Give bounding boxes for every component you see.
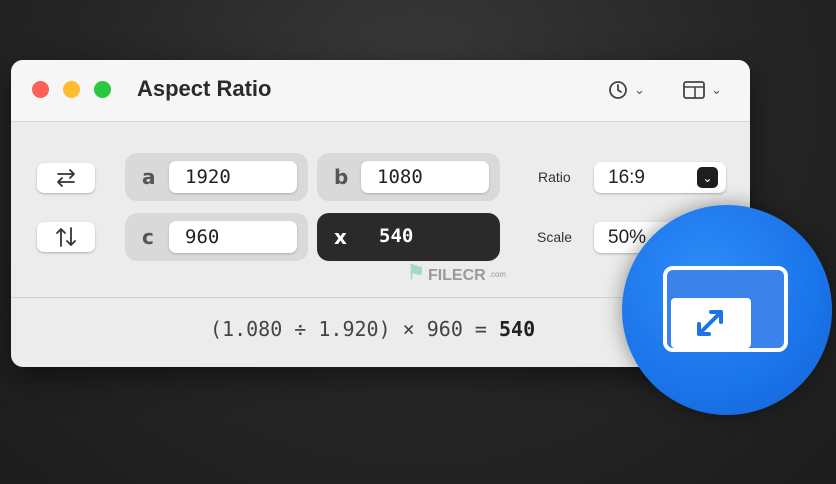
field-x-label: x [334,225,347,249]
field-a: a 1920 [125,153,308,201]
swap-horizontal-button[interactable] [37,163,95,193]
swap-vertical-button[interactable] [37,222,95,252]
field-b-label: b [334,165,349,189]
ratio-label: Ratio [538,169,571,185]
watermark: ⚑ FILECR .com [407,260,506,285]
resize-inner-icon [671,298,751,348]
field-c: c 960 [125,213,308,261]
scale-value: 50% [608,226,647,248]
history-menu-button[interactable]: ⌄ [608,78,645,102]
scale-label: Scale [537,229,573,245]
ratio-value: 16:9 [608,166,645,188]
field-c-label: c [142,225,154,249]
resize-frame-icon [663,266,788,352]
layout-menu-button[interactable]: ⌄ [683,78,722,102]
title-bar: Aspect Ratio ⌄ ⌄ [11,60,750,122]
zoom-window-button[interactable] [94,81,111,98]
field-b-input[interactable]: 1080 [361,161,489,193]
chevron-down-icon: ⌄ [697,167,718,188]
swap-vertical-icon [56,227,76,247]
clock-icon [609,81,627,99]
window-title: Aspect Ratio [137,76,272,101]
app-icon-badge [622,205,832,415]
field-x-value: 540 [379,225,414,247]
field-a-input[interactable]: 1920 [169,161,297,193]
chevron-down-icon: ⌄ [711,82,722,97]
field-x-result: x 540 [317,213,500,261]
expand-arrows-icon [697,310,723,336]
swap-horizontal-icon [57,169,75,187]
field-c-input[interactable]: 960 [169,221,297,253]
close-window-button[interactable] [32,81,49,98]
field-a-label: a [142,165,156,189]
watermark-logo-icon: ⚑ [407,262,425,284]
formula-result: 540 [498,317,536,341]
sidebar-layout-icon [683,81,705,99]
field-b: b 1080 [317,153,500,201]
ratio-select[interactable]: 16:9 ⌄ [594,162,726,193]
minimize-window-button[interactable] [63,81,80,98]
watermark-text: FILECR [427,267,486,284]
formula-text: (1.080 ÷ 1.920) × 960 = 540 [210,317,535,341]
chevron-down-icon: ⌄ [634,82,645,97]
watermark-domain: .com [488,270,507,279]
formula-expression: (1.080 ÷ 1.920) × 960 = [210,317,499,341]
